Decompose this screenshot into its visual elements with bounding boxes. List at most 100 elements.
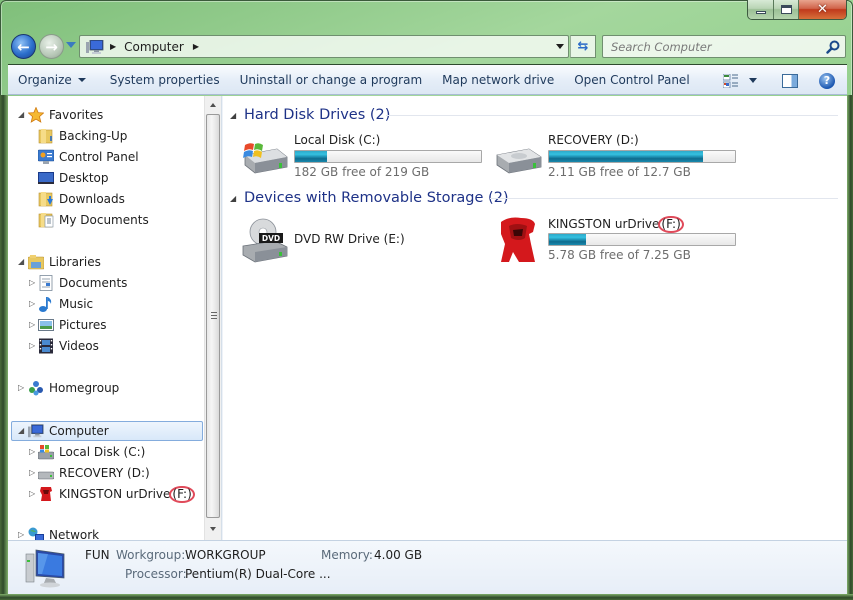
- tree-item-documents[interactable]: ▷ Documents: [8, 273, 198, 293]
- memory-label: Memory:: [321, 548, 373, 562]
- windows-drive-icon: [38, 445, 54, 460]
- view-options-dropdown[interactable]: [749, 78, 757, 83]
- tree-item-downloads[interactable]: Downloads: [8, 189, 198, 209]
- tree-item-pictures[interactable]: ▷ Pictures: [8, 315, 198, 335]
- maximize-button[interactable]: [774, 0, 799, 19]
- search-input[interactable]: [611, 39, 821, 54]
- scroll-down-arrow-icon[interactable]: [210, 527, 216, 531]
- caption-buttons: ✕: [747, 0, 847, 20]
- tree-item-homegroup[interactable]: ▷ Homegroup: [8, 378, 198, 398]
- open-control-panel-button[interactable]: Open Control Panel: [565, 73, 698, 87]
- collapse-arrow-icon[interactable]: ▷: [29, 448, 37, 456]
- tree-item-desktop[interactable]: Desktop: [8, 168, 198, 188]
- collapse-arrow-icon[interactable]: ▷: [18, 384, 26, 392]
- processor-value: Pentium(R) Dual-Core ...: [185, 567, 331, 581]
- search-icon[interactable]: [826, 40, 840, 54]
- navigation-pane-scrollbar[interactable]: [204, 96, 221, 540]
- kingston-icon: [501, 217, 535, 262]
- preview-pane-icon[interactable]: [782, 73, 798, 88]
- tree-label: KINGSTON urDrive (F:): [59, 485, 195, 503]
- back-button[interactable]: ←: [11, 34, 36, 59]
- document-icon: [39, 275, 53, 291]
- tree-item-local-disk-c[interactable]: ▷ Local Disk (C:): [8, 442, 198, 462]
- drive-name: Local Disk (C:): [294, 133, 381, 147]
- group-divider: [386, 115, 838, 116]
- organize-label: Organize: [18, 72, 72, 87]
- forward-button[interactable]: →: [39, 34, 64, 59]
- expand-arrow-icon[interactable]: ◢: [18, 427, 26, 435]
- film-icon: [39, 338, 53, 354]
- tree-label: Videos: [59, 339, 99, 353]
- drive-usage-fill: [549, 234, 587, 245]
- computer-icon: [28, 424, 44, 438]
- address-dropdown-icon[interactable]: [556, 44, 564, 49]
- computer-monitor-icon: [25, 549, 65, 588]
- collapse-arrow-icon[interactable]: ▷: [29, 279, 37, 287]
- window-border-left: [0, 95, 8, 600]
- expand-arrow-icon[interactable]: ◢: [18, 111, 26, 119]
- tree-item-computer[interactable]: ◢ Computer: [8, 421, 198, 441]
- kingston-label: KINGSTON urDrive: [59, 486, 171, 501]
- collapse-arrow-icon[interactable]: ▷: [29, 490, 37, 498]
- drive-usage-bar: [548, 150, 736, 163]
- drive-dvd-e[interactable]: DVD DVD RW Drive (E:): [241, 216, 486, 272]
- tree-item-music[interactable]: ▷ Music: [8, 294, 198, 314]
- command-bar: Organize System properties Uninstall or …: [8, 64, 847, 95]
- downloads-folder-icon: [38, 192, 53, 207]
- drive-usage-fill: [549, 151, 704, 162]
- scrollbar-thumb[interactable]: [206, 114, 220, 518]
- collapse-arrow-icon[interactable]: ▷: [29, 469, 37, 477]
- drive-icon: [496, 148, 542, 174]
- breadcrumb-separator[interactable]: ▶: [193, 42, 199, 51]
- workgroup-label: Workgroup:: [116, 548, 186, 562]
- kingston-drive-label: KINGSTON urDrive: [548, 217, 660, 231]
- collapse-group-icon[interactable]: ◢: [230, 111, 236, 120]
- toolbar-right-group: ?: [723, 65, 847, 96]
- drive-name: RECOVERY (D:): [548, 133, 639, 147]
- drive-local-disk-c[interactable]: Local Disk (C:) 182 GB free of 219 GB: [241, 133, 486, 189]
- tree-item-videos[interactable]: ▷ Videos: [8, 336, 198, 356]
- arrow-right-icon: →: [45, 37, 58, 56]
- processor-label: Processor:: [125, 567, 187, 581]
- tree-item-libraries[interactable]: ◢ Libraries: [8, 252, 198, 272]
- refresh-icon: ⇆: [577, 39, 589, 54]
- help-icon[interactable]: ?: [819, 72, 835, 89]
- tree-item-network[interactable]: ▷ Network: [8, 525, 198, 540]
- breadcrumb-computer[interactable]: Computer: [124, 40, 184, 54]
- drive-kingston-f[interactable]: KINGSTON urDrive (F:) 5.78 GB free of 7.2…: [495, 216, 740, 272]
- tree-label: Homegroup: [49, 381, 120, 395]
- address-bar[interactable]: ▶ Computer ▶: [79, 35, 569, 58]
- tree-item-recovery-d[interactable]: ▷ RECOVERY (D:): [8, 463, 198, 483]
- collapse-arrow-icon[interactable]: ▷: [18, 531, 26, 539]
- scroll-up-arrow-icon[interactable]: [210, 103, 216, 107]
- recent-pages-dropdown[interactable]: [66, 42, 76, 48]
- collapse-arrow-icon[interactable]: ▷: [29, 300, 37, 308]
- close-button[interactable]: ✕: [799, 0, 846, 19]
- tree-item-my-documents[interactable]: My Documents: [8, 210, 198, 230]
- organize-button[interactable]: Organize: [8, 73, 95, 87]
- group-title: Devices with Removable Storage (2): [244, 190, 509, 206]
- drive-recovery-d[interactable]: RECOVERY (D:) 2.11 GB free of 12.7 GB: [495, 133, 740, 189]
- computer-name: FUN: [85, 548, 110, 562]
- star-icon: [28, 107, 44, 123]
- tree-label: Backing-Up: [59, 129, 128, 143]
- uninstall-program-button[interactable]: Uninstall or change a program: [231, 73, 432, 87]
- system-properties-button[interactable]: System properties: [101, 73, 229, 87]
- change-view-icon[interactable]: [723, 73, 739, 88]
- tree-item-kingston-f[interactable]: ▷ KINGSTON urDrive (F:): [8, 484, 198, 504]
- collapse-arrow-icon[interactable]: ▷: [29, 342, 37, 350]
- refresh-button[interactable]: ⇆: [570, 35, 596, 58]
- map-network-drive-button[interactable]: Map network drive: [433, 73, 563, 87]
- collapse-group-icon[interactable]: ◢: [230, 194, 236, 203]
- tree-item-favorites[interactable]: ◢ Favorites: [8, 105, 198, 125]
- group-title: Hard Disk Drives (2): [244, 107, 391, 123]
- tree-item-backing-up[interactable]: Backing-Up: [8, 126, 198, 146]
- minimize-button[interactable]: [748, 0, 774, 19]
- tree-item-control-panel[interactable]: Control Panel: [8, 147, 198, 167]
- expand-arrow-icon[interactable]: ◢: [18, 258, 26, 266]
- breadcrumb-separator[interactable]: ▶: [110, 42, 116, 51]
- search-box[interactable]: [602, 35, 846, 58]
- collapse-arrow-icon[interactable]: ▷: [29, 321, 37, 329]
- tree-label: RECOVERY (D:): [59, 466, 150, 480]
- window-border-right: [847, 95, 853, 600]
